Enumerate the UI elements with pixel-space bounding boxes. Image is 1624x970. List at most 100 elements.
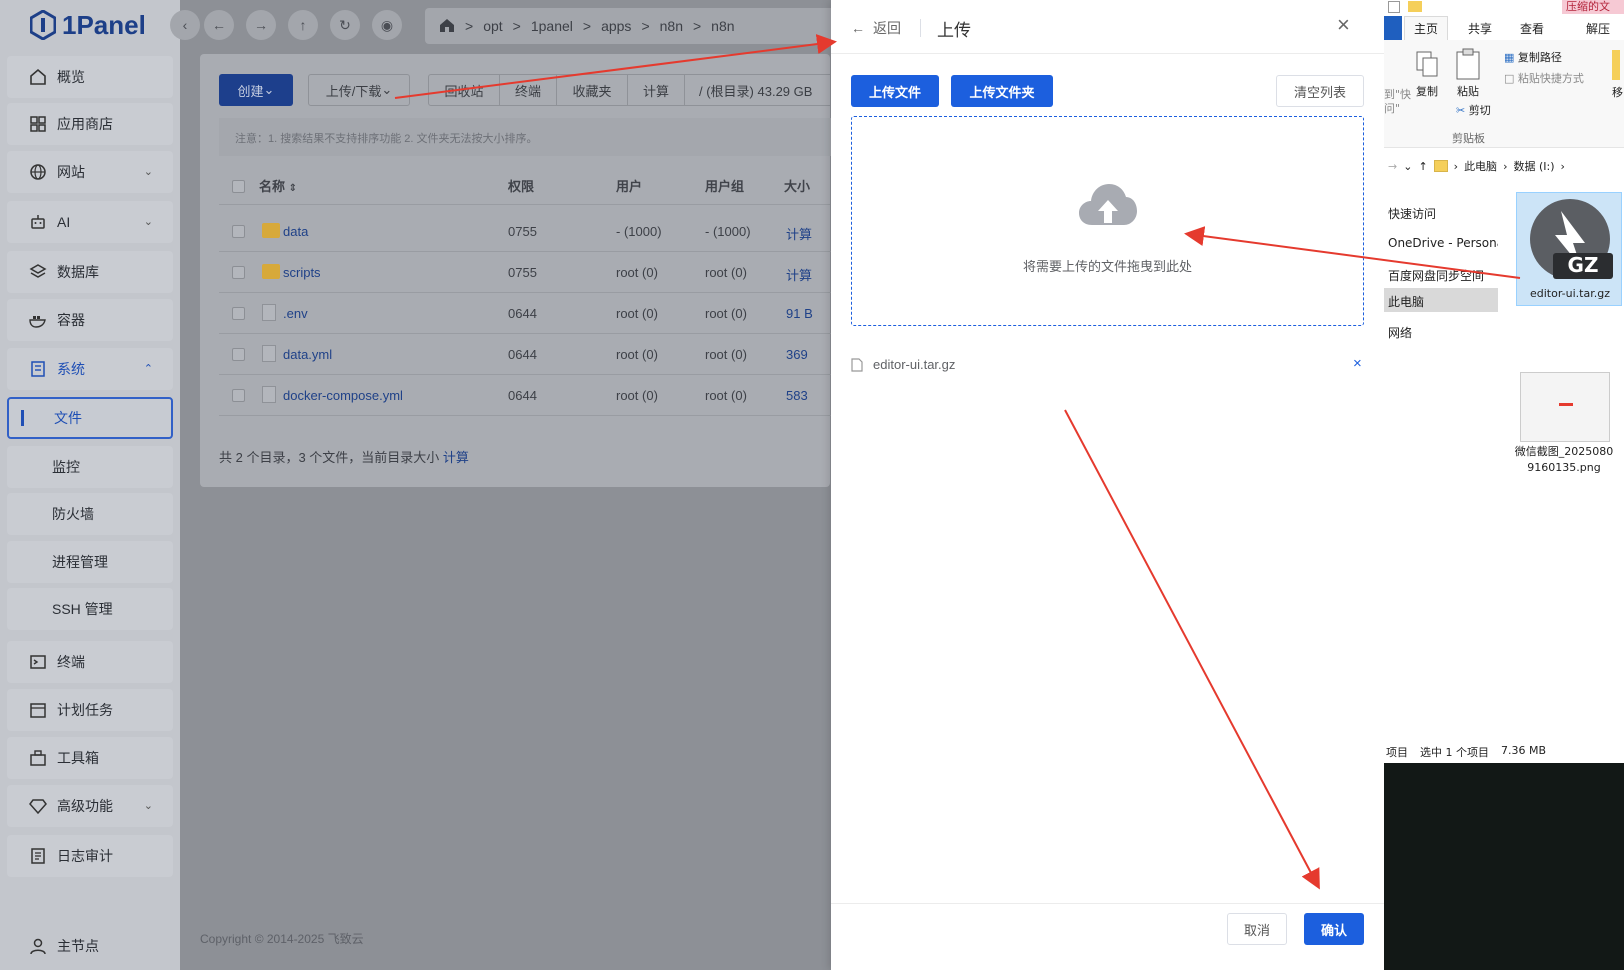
- back-button[interactable]: ← 返回: [851, 18, 901, 38]
- image-thumbnail[interactable]: [1520, 372, 1610, 442]
- row-checkbox[interactable]: [232, 348, 245, 361]
- sidebar-item-monitor[interactable]: 监控: [7, 446, 173, 488]
- table-row[interactable]: data 0755 - (1000) - (1000) 计算: [219, 211, 839, 252]
- user-cell: root (0): [616, 388, 658, 403]
- upload-dropzone[interactable]: 将需要上传的文件拖曳到此处: [851, 116, 1364, 326]
- forward-icon[interactable]: →: [246, 10, 276, 40]
- file-name-link[interactable]: .env: [283, 306, 308, 321]
- tab-share[interactable]: 共享: [1458, 16, 1502, 40]
- nav-baidu[interactable]: 百度网盘同步空间: [1388, 267, 1484, 284]
- sidebar-item-system[interactable]: 系统 ⌃: [7, 348, 173, 390]
- breadcrumb-item[interactable]: 1panel: [531, 18, 573, 34]
- cut-button[interactable]: ✂ 剪切: [1456, 102, 1491, 118]
- file-name-link[interactable]: data: [283, 224, 308, 239]
- file-name-link[interactable]: docker-compose.yml: [283, 388, 403, 403]
- home-icon[interactable]: [439, 17, 455, 36]
- favorites-button[interactable]: 收藏夹: [556, 74, 628, 106]
- table-row[interactable]: .env 0644 root (0) root (0) 91 B: [219, 293, 839, 334]
- breadcrumb-item[interactable]: n8n: [711, 18, 734, 34]
- table-row[interactable]: scripts 0755 root (0) root (0) 计算: [219, 252, 839, 293]
- row-checkbox[interactable]: [232, 266, 245, 279]
- permission-cell: 0644: [508, 306, 537, 321]
- forward-icon[interactable]: →: [1388, 160, 1397, 173]
- cancel-button[interactable]: 取消: [1227, 913, 1287, 945]
- sidebar-item-overview[interactable]: 概览: [7, 56, 173, 98]
- paste-shortcut-button[interactable]: □ 粘贴快捷方式: [1504, 70, 1584, 86]
- file-icon: [262, 304, 276, 321]
- sidebar-item-toolbox[interactable]: 工具箱: [7, 737, 173, 779]
- upload-file-button[interactable]: 上传文件: [851, 75, 939, 107]
- sidebar-item-database[interactable]: 数据库: [7, 251, 173, 293]
- up-icon[interactable]: ↑: [1418, 160, 1427, 173]
- tab-extract[interactable]: 解压: [1582, 16, 1624, 40]
- column-header-name[interactable]: 名称 ⇕: [259, 176, 297, 195]
- refresh-icon[interactable]: ↻: [330, 10, 360, 40]
- select-all-checkbox[interactable]: [232, 180, 245, 193]
- file-item-selected[interactable]: GZ editor-ui.tar.gz: [1516, 192, 1622, 306]
- breadcrumb-item[interactable]: apps: [601, 18, 631, 34]
- move-button[interactable]: 移: [1612, 84, 1623, 100]
- upload-download-button[interactable]: 上传/下载 ⌄: [308, 74, 410, 106]
- sidebar-item-files[interactable]: 文件: [7, 397, 173, 439]
- size-cell[interactable]: 91 B: [786, 306, 830, 321]
- sidebar-item-terminal[interactable]: 终端: [7, 641, 173, 683]
- breadcrumb-item[interactable]: n8n: [660, 18, 683, 34]
- sidebar-item-cron[interactable]: 计划任务: [7, 689, 173, 731]
- sidebar-item-app-store[interactable]: 应用商店: [7, 103, 173, 145]
- nav-onedrive[interactable]: OneDrive - Persona: [1388, 236, 1498, 250]
- up-icon[interactable]: ↑: [288, 10, 318, 40]
- clear-list-button[interactable]: 清空列表: [1276, 75, 1364, 107]
- table-row[interactable]: data.yml 0644 root (0) root (0) 369: [219, 334, 839, 375]
- copy-path-button[interactable]: ▦ 复制路径: [1504, 49, 1562, 65]
- calculate-size-link[interactable]: 计算: [443, 450, 469, 465]
- size-cell[interactable]: 计算: [786, 224, 830, 243]
- path-item[interactable]: 数据 (I:): [1513, 158, 1554, 174]
- footer-copyright: Copyright © 2014-2025 飞致云: [200, 932, 364, 946]
- confirm-button[interactable]: 确认: [1304, 913, 1364, 945]
- nav-network[interactable]: 网络: [1388, 324, 1412, 341]
- file-name-link[interactable]: data.yml: [283, 347, 332, 362]
- sidebar-item-main-node[interactable]: 主节点: [7, 925, 173, 967]
- size-cell[interactable]: 583: [786, 388, 830, 403]
- size-cell[interactable]: 计算: [786, 265, 830, 284]
- breadcrumb-item[interactable]: opt: [483, 18, 502, 34]
- sidebar-item-ssh[interactable]: SSH 管理: [7, 588, 173, 630]
- close-icon[interactable]: ×: [1337, 14, 1350, 36]
- sidebar-item-log-audit[interactable]: 日志审计: [7, 835, 173, 877]
- collapse-sidebar-icon[interactable]: ‹: [170, 10, 200, 40]
- sidebar-item-ai[interactable]: AI ⌄: [7, 201, 173, 243]
- sidebar-item-container[interactable]: 容器: [7, 299, 173, 341]
- terminal-button[interactable]: 终端: [499, 74, 557, 106]
- row-checkbox[interactable]: [232, 389, 245, 402]
- paste-button[interactable]: 粘贴: [1452, 48, 1484, 99]
- sidebar-item-label: AI: [57, 214, 71, 230]
- table-row[interactable]: docker-compose.yml 0644 root (0) root (0) 58…: [219, 375, 839, 416]
- sidebar-item-advanced[interactable]: 高级功能 ⌄: [7, 785, 173, 827]
- sidebar: 1Panel 概览 应用商店 网站 ⌄ AI ⌄ 数据库 容器 系统 ⌃ 文件 监控 …: [0, 0, 180, 970]
- size-cell[interactable]: 369: [786, 347, 830, 362]
- copy-button[interactable]: 复制: [1412, 50, 1442, 99]
- path-item[interactable]: 此电脑: [1464, 158, 1497, 174]
- sidebar-item-process[interactable]: 进程管理: [7, 541, 173, 583]
- row-checkbox[interactable]: [232, 225, 245, 238]
- back-icon[interactable]: ←: [204, 10, 234, 40]
- disk-selector[interactable]: / (根目录) 43.29 GB: [684, 74, 830, 106]
- file-name-link[interactable]: scripts: [283, 265, 321, 280]
- desktop-background: [1384, 763, 1624, 970]
- eye-icon[interactable]: ◉: [372, 10, 402, 40]
- file-tab[interactable]: [1384, 16, 1402, 40]
- calculate-button[interactable]: 计算: [627, 74, 685, 106]
- sidebar-item-firewall[interactable]: 防火墙: [7, 493, 173, 535]
- sidebar-item-website[interactable]: 网站 ⌄: [7, 151, 173, 193]
- chevron-down-icon[interactable]: ⌄: [1403, 160, 1412, 173]
- row-checkbox[interactable]: [232, 307, 245, 320]
- sidebar-item-label: 网站: [57, 164, 85, 180]
- nav-quick-access[interactable]: 快速访问: [1388, 205, 1436, 222]
- upload-folder-button[interactable]: 上传文件夹: [951, 75, 1053, 107]
- create-button[interactable]: 创建 ⌄: [219, 74, 293, 106]
- tab-home[interactable]: 主页: [1404, 16, 1448, 40]
- recycle-bin-button[interactable]: 回收站: [428, 74, 500, 106]
- remove-file-icon[interactable]: ×: [1353, 355, 1362, 372]
- nav-this-pc[interactable]: 此电脑: [1388, 293, 1424, 310]
- tab-view[interactable]: 查看: [1510, 16, 1554, 40]
